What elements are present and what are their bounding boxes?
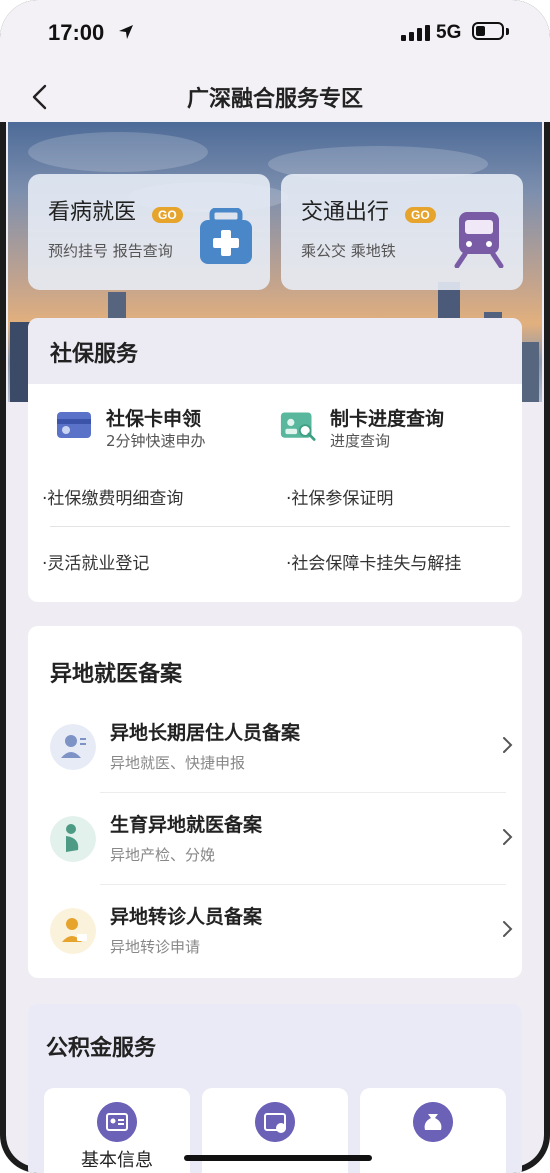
item-title: 生育异地就医备案	[110, 814, 263, 836]
social-section-header: 社保服务	[28, 318, 522, 384]
medical-card-subtitle: 预约挂号 报告查询	[48, 242, 173, 260]
item-title: 异地长期居住人员备案	[110, 722, 301, 744]
withdraw-icon	[255, 1102, 295, 1142]
fund-loan-repay[interactable]	[360, 1088, 506, 1173]
link-flexible-employment[interactable]: ·灵活就业登记	[42, 549, 149, 574]
referral-icon	[50, 908, 96, 954]
status-bar: 17:00 5G	[0, 0, 550, 70]
list-item[interactable]: 异地转诊人员备案 异地转诊申请	[50, 906, 513, 1000]
social-security-section: 社保服务 社保卡申领 2分钟快速申办 制卡进度查询 进度查询 ·社保缴费明细查询	[28, 318, 522, 602]
medical-kit-icon	[200, 208, 252, 264]
item-subtitle: 异地就医、快捷申报	[110, 754, 246, 772]
link-payment-details[interactable]: ·社保缴费明细查询	[42, 484, 183, 509]
item-subtitle: 异地产检、分娩	[110, 846, 216, 864]
id-card-icon	[97, 1102, 137, 1142]
link-insurance-certificate[interactable]: ·社保参保证明	[286, 484, 393, 509]
fund-section-title: 公积金服务	[46, 1036, 157, 1061]
provident-fund-section: 公积金服务 基本信息	[28, 1004, 522, 1173]
resident-icon	[50, 724, 96, 770]
social-section-title: 社保服务	[50, 342, 139, 367]
service-subtitle: 2分钟快速申办	[106, 432, 206, 450]
service-subtitle: 进度查询	[330, 432, 391, 450]
remote-medical-section: 异地就医备案 异地长期居住人员备案 异地就医、快捷申报 生育异地就医备案 异地产…	[28, 626, 522, 978]
medical-card[interactable]: 看病就医 GO 预约挂号 报告查询	[28, 174, 270, 290]
item-title: 异地转诊人员备案	[110, 906, 263, 928]
fund-item-label: 基本信息	[81, 1150, 153, 1171]
transport-card-subtitle: 乘公交 乘地铁	[301, 242, 396, 260]
card-icon	[57, 412, 91, 438]
list-item[interactable]: 生育异地就医备案 异地产检、分娩	[50, 814, 513, 908]
status-time: 17:00	[48, 20, 105, 45]
card-search-icon	[280, 412, 316, 441]
network-type: 5G	[436, 22, 462, 43]
medical-card-title: 看病就医	[48, 200, 137, 225]
page-title: 广深融合服务专区	[186, 87, 363, 112]
location-arrow-icon	[119, 25, 133, 39]
fund-basic-info[interactable]: 基本信息	[44, 1088, 190, 1173]
battery-tip	[506, 28, 509, 35]
link-card-loss-report[interactable]: ·社会保障卡挂失与解挂	[286, 549, 461, 574]
divider	[100, 884, 506, 885]
item-subtitle: 异地转诊申请	[110, 938, 201, 956]
divider	[100, 792, 506, 793]
chevron-right-icon	[503, 737, 513, 753]
remote-section-title: 异地就医备案	[50, 662, 183, 687]
battery-icon	[472, 22, 504, 40]
transport-card[interactable]: 交通出行 GO 乘公交 乘地铁	[281, 174, 523, 290]
pregnant-icon	[50, 816, 96, 862]
go-badge: GO	[405, 207, 436, 223]
divider	[50, 526, 510, 527]
service-title: 社保卡申领	[106, 408, 202, 430]
transport-card-title: 交通出行	[301, 200, 390, 225]
go-badge: GO	[152, 207, 183, 223]
chevron-right-icon	[503, 921, 513, 937]
nav-bar: 广深融合服务专区	[0, 70, 550, 122]
metro-train-icon	[454, 212, 504, 268]
signal-bars-icon	[401, 25, 430, 41]
phone-screen: 17:00 5G 广深融合服务专区 看病就医 GO 预约挂号 报告查询 交通出行…	[0, 0, 550, 1173]
chevron-right-icon	[503, 829, 513, 845]
home-indicator[interactable]	[184, 1155, 372, 1161]
service-title: 制卡进度查询	[330, 408, 445, 430]
list-item[interactable]: 异地长期居住人员备案 异地就医、快捷申报	[50, 722, 513, 816]
money-bag-icon	[413, 1102, 453, 1142]
